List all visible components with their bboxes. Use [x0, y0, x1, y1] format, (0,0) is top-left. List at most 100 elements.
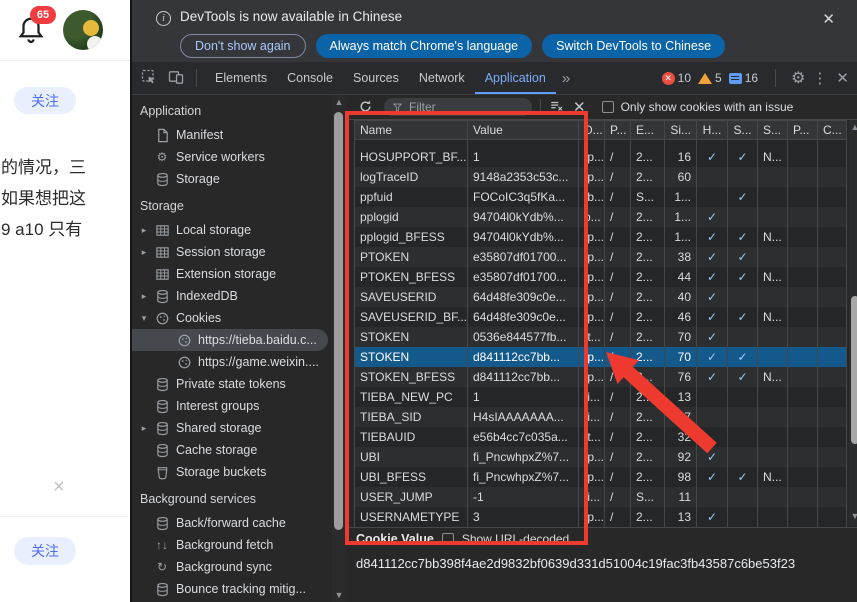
- sidebar-item-bounce-tracking-mitig[interactable]: Bounce tracking mitig...: [132, 578, 332, 600]
- sidebar-item-shared-storage[interactable]: ▸Shared storage: [132, 417, 332, 439]
- chevron-right-icon[interactable]: ▸: [136, 291, 152, 302]
- table-row[interactable]: HOSUPPORT_BF...1.p.../2...16✓✓N...: [354, 147, 847, 167]
- column-header-9[interactable]: P...: [788, 121, 818, 139]
- column-header-7[interactable]: S...: [728, 121, 758, 139]
- scroll-up-icon[interactable]: ▲: [849, 122, 857, 132]
- chevron-right-icon[interactable]: ▸: [136, 247, 152, 258]
- settings-gear-icon[interactable]: ⚙: [791, 68, 805, 88]
- dont-show-again-button[interactable]: Don't show again: [180, 34, 306, 58]
- tab-application[interactable]: Application: [475, 62, 556, 94]
- issue-filter-checkbox[interactable]: [602, 101, 614, 113]
- device-toolbar-icon[interactable]: [168, 69, 186, 87]
- table-row[interactable]: ppfuidFOCoIC3q5fKa....b.../S...1...✓: [354, 187, 847, 207]
- kebab-menu-icon[interactable]: ⋮: [812, 69, 827, 87]
- sidebar-item-back-forward-cache[interactable]: Back/forward cache: [132, 512, 332, 534]
- delete-selected-icon[interactable]: ✕: [573, 98, 586, 116]
- table-row[interactable]: STOKEN0536e844577fb....t.../2...70✓: [354, 327, 847, 347]
- table-row[interactable]: STOKEN_BFESSd841112cc7bb....p.../2...76✓…: [354, 367, 847, 387]
- sidebar-item-label: Storage: [176, 172, 220, 186]
- cell: [788, 247, 818, 267]
- table-row[interactable]: logTraceID9148a2353c53c....p.../2...60: [354, 167, 847, 187]
- table-row[interactable]: SAVEUSERID64d48fe309c0e....p.../2...40✓: [354, 287, 847, 307]
- cell: [788, 140, 818, 147]
- show-url-decoded-checkbox[interactable]: [442, 533, 454, 545]
- table-row[interactable]: PTOKENe35807df01700....p.../2...38✓✓: [354, 247, 847, 267]
- table-row[interactable]: SAVEUSERID_BF...64d48fe309c0e....p.../2.…: [354, 307, 847, 327]
- notifications-bell[interactable]: 65: [16, 14, 50, 50]
- table-row[interactable]: UBI_BFESSfi_PncwhpxZ%7....p.../2...98✓✓N…: [354, 467, 847, 487]
- sidebar-item-background-fetch[interactable]: ↑↓Background fetch: [132, 534, 332, 556]
- tab-console[interactable]: Console: [277, 62, 343, 94]
- infobar-close-icon[interactable]: ✕: [822, 10, 835, 28]
- sidebar-item-cookies[interactable]: ▾Cookies: [132, 307, 332, 329]
- refresh-icon[interactable]: [358, 99, 374, 115]
- table-row[interactable]: UBIfi_PncwhpxZ%7....p.../2...92✓: [354, 447, 847, 467]
- column-header-0[interactable]: Name: [354, 121, 468, 139]
- sidebar-item-label: Private state tokens: [176, 377, 286, 391]
- sidebar-item-https-game-weixin[interactable]: https://game.weixin....: [132, 351, 332, 373]
- column-header-6[interactable]: H...: [697, 121, 728, 139]
- cell: ✓: [697, 367, 728, 387]
- table-row[interactable]: TIEBAUIDe56b4cc7c035a....t.../2...32: [354, 427, 847, 447]
- table-row[interactable]: TIEBA_NEW_PC1ti.../2...13: [354, 387, 847, 407]
- devtools-close-icon[interactable]: ✕: [836, 69, 849, 87]
- sidebar-item-manifest[interactable]: Manifest: [132, 124, 332, 146]
- cell: [788, 307, 818, 327]
- error-counter[interactable]: ✕ 10: [662, 71, 691, 85]
- follow-button-bottom[interactable]: 关注: [14, 537, 76, 565]
- sidebar-item-indexeddb[interactable]: ▸IndexedDB: [132, 285, 332, 307]
- column-header-10[interactable]: C...: [818, 121, 847, 139]
- follow-button-top[interactable]: 关注: [14, 87, 76, 114]
- dismiss-icon[interactable]: ×: [53, 476, 65, 499]
- column-header-5[interactable]: Si...: [665, 121, 697, 139]
- column-header-2[interactable]: D...: [579, 121, 605, 139]
- cell: e35807df01700...: [468, 247, 579, 267]
- sidebar-item-storage-buckets[interactable]: Storage buckets: [132, 461, 332, 483]
- sidebar-item-service-workers[interactable]: ⚙Service workers: [132, 146, 332, 168]
- tab-network[interactable]: Network: [409, 62, 475, 94]
- column-header-3[interactable]: P...: [605, 121, 631, 139]
- table-row[interactable]: PTOKEN_BFESSe35807df01700....p.../2...44…: [354, 267, 847, 287]
- warning-counter[interactable]: 5: [698, 71, 722, 85]
- table-row[interactable]: pplogid_BFESS94704l0kYdb%....p.../2...1.…: [354, 227, 847, 247]
- tab-elements[interactable]: Elements: [205, 62, 277, 94]
- scrollbar-thumb[interactable]: [334, 112, 343, 530]
- cell: [697, 167, 728, 187]
- filter-input[interactable]: Filter: [384, 98, 532, 116]
- table-row[interactable]: STOKENd841112cc7bb....p.../2...70✓✓: [354, 347, 847, 367]
- table-row[interactable]: USERNAMETYPE3.p.../2...13✓: [354, 507, 847, 527]
- table-row[interactable]: TIEBA_SIDH4sIAAAAAAA...ti.../2...7: [354, 407, 847, 427]
- column-header-4[interactable]: E...: [631, 121, 665, 139]
- chevron-right-icon[interactable]: ▸: [136, 423, 152, 434]
- sidebar-item-private-state-tokens[interactable]: Private state tokens: [132, 373, 332, 395]
- table-scrollbar[interactable]: ▲ ▼: [849, 120, 857, 525]
- sidebar-item-local-storage[interactable]: ▸Local storage: [132, 219, 332, 241]
- sidebar-item-background-sync[interactable]: ↻Background sync: [132, 556, 332, 578]
- switch-to-chinese-button[interactable]: Switch DevTools to Chinese: [542, 34, 725, 58]
- chevron-down-icon[interactable]: ▾: [136, 313, 152, 324]
- sidebar-item-https-tieba-baidu-c[interactable]: https://tieba.baidu.c...: [132, 329, 328, 351]
- clear-all-cookies-icon[interactable]: [549, 99, 567, 115]
- sidebar-item-session-storage[interactable]: ▸Session storage: [132, 241, 332, 263]
- scroll-down-icon[interactable]: ▼: [332, 590, 346, 600]
- sidebar-item-extension-storage[interactable]: Extension storage: [132, 263, 332, 285]
- scrollbar-thumb[interactable]: [851, 296, 857, 444]
- more-tabs-icon[interactable]: »: [556, 70, 576, 87]
- table-row[interactable]: pplogid94704l0kYdb%...p.../2...1...✓: [354, 207, 847, 227]
- issues-counter[interactable]: 16: [729, 71, 758, 85]
- sidebar-item-storage[interactable]: Storage: [132, 168, 332, 190]
- sidebar-item-interest-groups[interactable]: Interest groups: [132, 395, 332, 417]
- avatar[interactable]: [63, 10, 103, 50]
- sidebar-scrollbar[interactable]: ▲ ▼: [332, 95, 346, 602]
- scroll-down-icon[interactable]: ▼: [849, 511, 857, 521]
- table-row[interactable]: USER_JUMP-1ti.../S...11: [354, 487, 847, 507]
- sidebar-item-cache-storage[interactable]: Cache storage: [132, 439, 332, 461]
- column-header-8[interactable]: S...: [758, 121, 788, 139]
- chevron-right-icon[interactable]: ▸: [136, 225, 152, 236]
- inspect-element-icon[interactable]: [141, 69, 159, 87]
- scroll-up-icon[interactable]: ▲: [332, 97, 346, 107]
- match-chrome-language-button[interactable]: Always match Chrome's language: [316, 34, 533, 58]
- sidebar-item-label: Manifest: [176, 128, 223, 142]
- column-header-1[interactable]: Value: [468, 121, 579, 139]
- tab-sources[interactable]: Sources: [343, 62, 409, 94]
